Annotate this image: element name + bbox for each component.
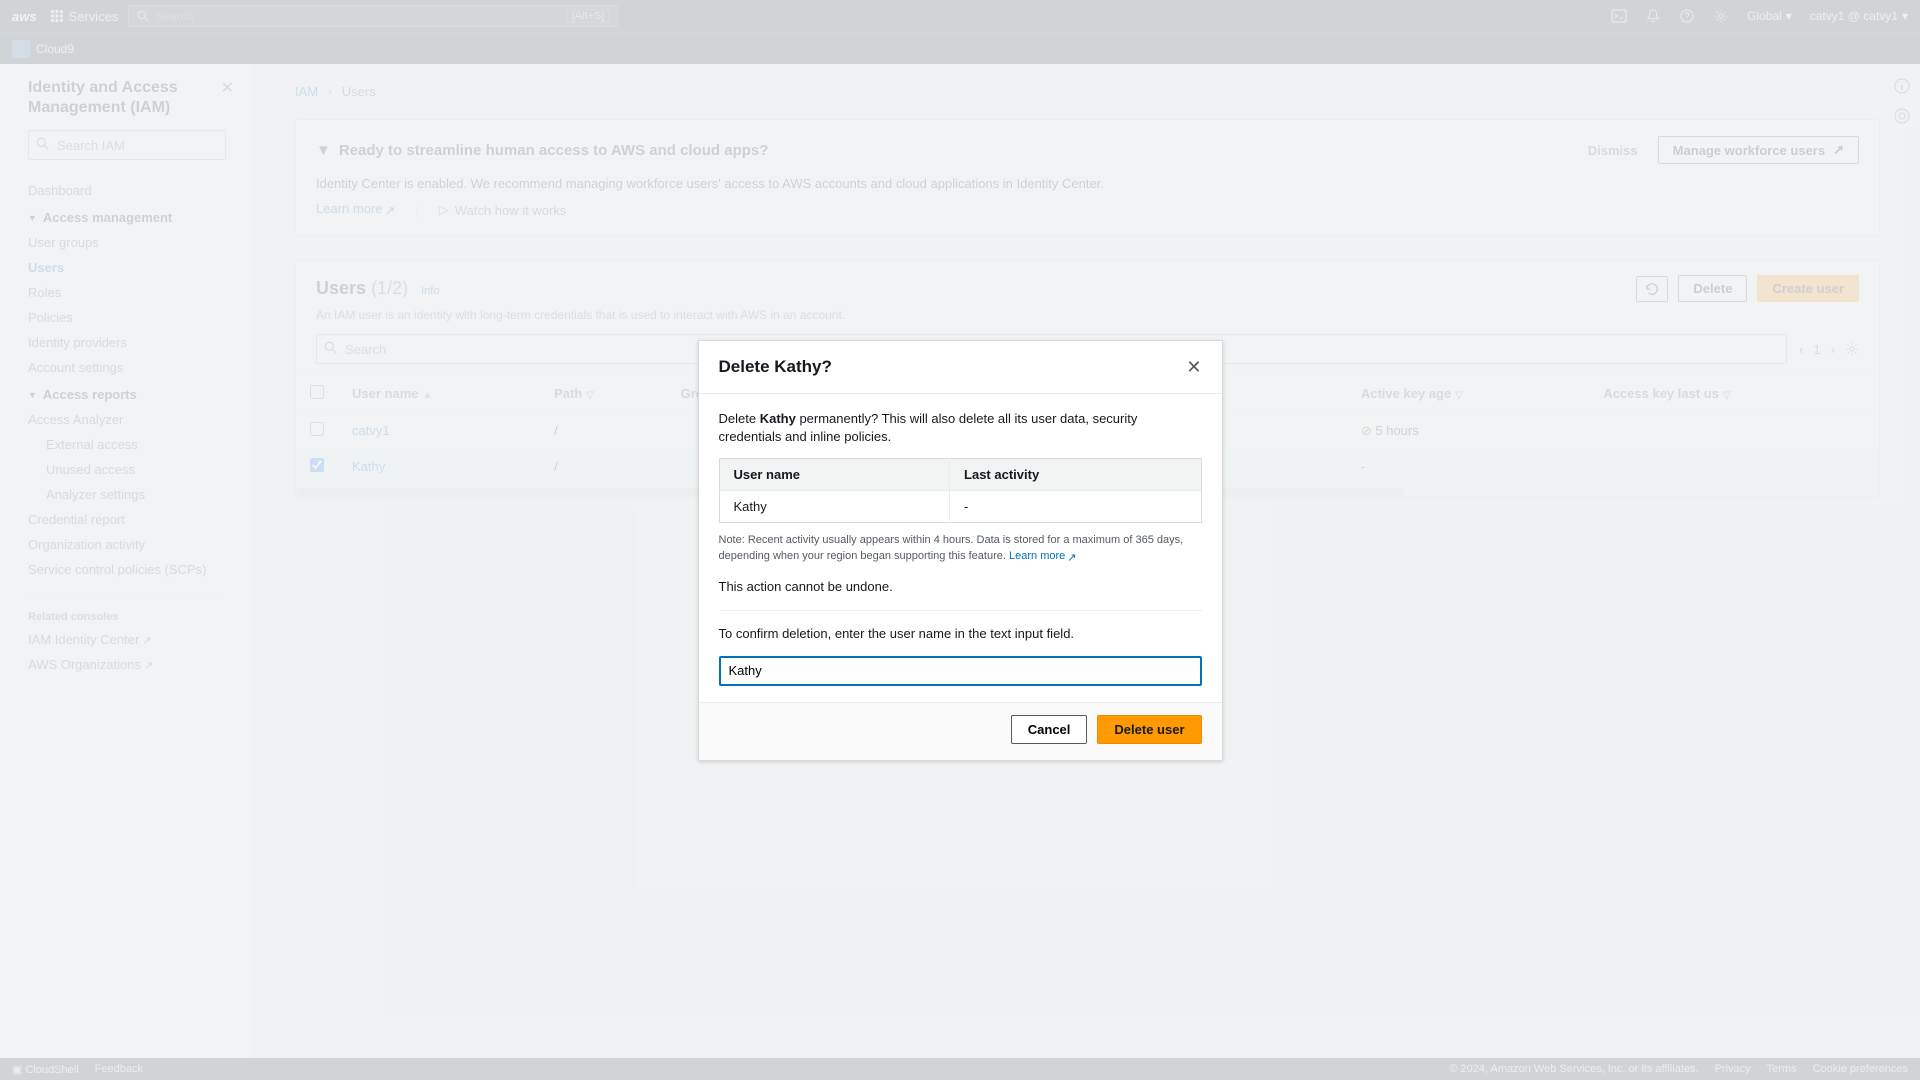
- modal-th-username: User name: [719, 459, 950, 491]
- modal-undone: This action cannot be undone.: [719, 578, 1202, 596]
- external-link-icon: ↗: [1067, 551, 1076, 566]
- delete-user-button[interactable]: Delete user: [1097, 715, 1201, 744]
- modal-th-activity: Last activity: [950, 459, 1201, 491]
- divider: [719, 610, 1202, 611]
- modal-description: Delete Kathy permanently? This will also…: [719, 410, 1202, 446]
- modal-row: Kathy -: [719, 491, 1201, 523]
- modal-title: Delete Kathy?: [719, 357, 832, 377]
- modal-note: Note: Recent activity usually appears wi…: [719, 533, 1202, 566]
- modal-overlay[interactable]: Delete Kathy? ✕ Delete Kathy permanently…: [0, 0, 1920, 1080]
- modal-confirm-label: To confirm deletion, enter the user name…: [719, 625, 1202, 643]
- modal-user-table: User name Last activity Kathy -: [719, 458, 1202, 523]
- close-icon[interactable]: ✕: [1186, 358, 1201, 376]
- confirm-username-input[interactable]: [719, 656, 1202, 686]
- delete-user-modal: Delete Kathy? ✕ Delete Kathy permanently…: [698, 340, 1223, 761]
- cancel-button[interactable]: Cancel: [1011, 715, 1088, 744]
- learn-more-link[interactable]: Learn more↗: [1009, 550, 1076, 562]
